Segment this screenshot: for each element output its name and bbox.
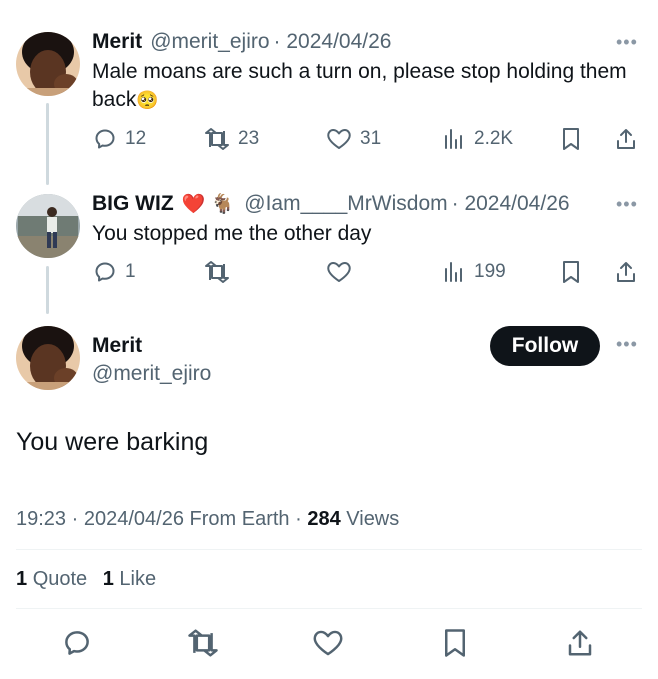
tweet-text: You stopped me the other day: [92, 222, 372, 245]
bookmark-icon: [563, 261, 579, 283]
avatar-big-wiz[interactable]: [16, 194, 80, 258]
views-count: 284: [307, 508, 341, 530]
retweet-button[interactable]: [187, 628, 219, 658]
like-button[interactable]: [312, 628, 344, 658]
tweet-timestamp[interactable]: 19:23 · 2024/04/26 From Earth · 284 View…: [16, 508, 399, 531]
heart-icon: [327, 262, 351, 282]
divider: [16, 549, 642, 550]
separator: ·: [71, 508, 84, 530]
share-button[interactable]: [614, 127, 638, 151]
author-handle[interactable]: @Iam____MrWisdom: [244, 192, 447, 216]
author-handle[interactable]: @merit_ejiro: [150, 30, 269, 54]
tweet-date[interactable]: · 2024/04/26: [452, 192, 570, 216]
tweet-text: Male moans are such a turn on, please st…: [92, 60, 627, 111]
heart-icon: [313, 630, 343, 656]
retweet-icon: [205, 128, 229, 150]
more-icon[interactable]: •••: [616, 194, 638, 215]
reply-count: 12: [125, 128, 147, 149]
share-icon: [568, 630, 592, 656]
bookmark-button[interactable]: [560, 127, 582, 151]
author-name[interactable]: BIG WIZ: [92, 192, 174, 216]
engagement-stats: 1 Quote 1 Like: [16, 568, 156, 591]
retweet-button[interactable]: 23: [204, 127, 259, 151]
tweet-date: 2024/04/26: [83, 508, 184, 530]
reply-icon: [95, 262, 115, 282]
likes-count: 1: [102, 568, 114, 590]
heart-goat-emoji: ❤️ 🐐: [181, 194, 235, 215]
thread-line: [46, 266, 49, 314]
pleading-face-emoji: 🥺: [136, 90, 159, 110]
retweet-count: 23: [238, 128, 260, 149]
views-button[interactable]: 199: [442, 260, 506, 284]
reply-button[interactable]: [62, 628, 92, 658]
views-label: Views: [346, 508, 400, 530]
author-name[interactable]: Merit: [92, 334, 142, 358]
like-button[interactable]: [326, 260, 352, 284]
bookmark-button[interactable]: [441, 628, 469, 658]
separator: ·: [295, 508, 308, 530]
tweet-time: 19:23: [16, 508, 67, 530]
bookmark-button[interactable]: [560, 260, 582, 284]
tweet-text: You were barking: [16, 428, 209, 456]
bookmark-icon: [563, 128, 579, 150]
reply-icon: [65, 631, 89, 655]
retweet-button[interactable]: [204, 260, 230, 284]
likes-label: Like: [119, 568, 157, 590]
share-button[interactable]: [565, 628, 595, 658]
views-button[interactable]: 2.2K: [442, 127, 513, 151]
share-icon: [617, 129, 635, 149]
views-count: 2.2K: [474, 128, 514, 149]
divider: [16, 608, 642, 609]
follow-button[interactable]: Follow: [490, 326, 600, 366]
more-icon[interactable]: •••: [616, 334, 638, 355]
like-count: 31: [360, 128, 382, 149]
more-icon[interactable]: •••: [616, 32, 638, 53]
retweet-icon: [188, 629, 218, 657]
reply-count: 1: [125, 261, 136, 282]
views-icon: [445, 262, 462, 282]
bookmark-icon: [445, 629, 465, 657]
thread-line: [46, 103, 49, 185]
author-name[interactable]: Merit: [92, 30, 142, 54]
quotes-count: 1: [16, 568, 28, 590]
reply-button[interactable]: 1: [93, 260, 136, 284]
avatar-merit[interactable]: [16, 326, 80, 390]
author-handle[interactable]: @merit_ejiro: [92, 362, 211, 386]
reply-icon: [95, 129, 115, 149]
share-icon: [617, 262, 635, 282]
like-button[interactable]: 31: [326, 127, 381, 151]
avatar-merit[interactable]: [16, 32, 80, 96]
quotes-stat[interactable]: 1 Quote: [16, 568, 87, 590]
quotes-label: Quote: [32, 568, 88, 590]
likes-stat[interactable]: 1 Like: [103, 568, 156, 590]
heart-icon: [327, 129, 351, 149]
retweet-icon: [205, 261, 229, 283]
views-icon: [445, 129, 462, 149]
tweet-date[interactable]: · 2024/04/26: [274, 30, 392, 54]
views-count: 199: [474, 261, 506, 282]
tweet-source: From Earth: [189, 508, 290, 530]
reply-button[interactable]: 12: [93, 127, 146, 151]
share-button[interactable]: [614, 260, 638, 284]
